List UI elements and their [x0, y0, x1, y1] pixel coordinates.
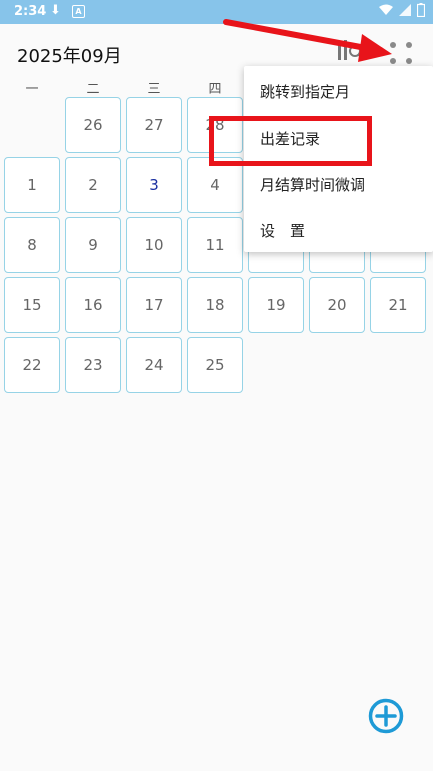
- weekday-tue: 二: [86, 82, 100, 97]
- day-cell[interactable]: 9: [65, 217, 121, 273]
- status-bar: 2:34 ⬇ A: [0, 0, 433, 24]
- day-cell[interactable]: 23: [65, 337, 121, 393]
- battery-icon: [417, 3, 425, 17]
- weekday-mon: 一: [25, 82, 39, 97]
- month-title[interactable]: 2025年09月: [17, 42, 122, 68]
- day-cell[interactable]: 17: [126, 277, 182, 333]
- day-cell-today[interactable]: 3: [126, 157, 182, 213]
- stats-icon[interactable]: [336, 38, 366, 64]
- day-cell[interactable]: 22: [4, 337, 60, 393]
- day-cell[interactable]: 2: [65, 157, 121, 213]
- status-icons: [379, 3, 425, 17]
- day-cell[interactable]: 1: [4, 157, 60, 213]
- menu-item-jump-to-month[interactable]: 跳转到指定月: [260, 81, 350, 102]
- annotation-highlight-box: [209, 116, 372, 166]
- day-cell[interactable]: 25: [187, 337, 243, 393]
- day-cell[interactable]: 27: [126, 97, 182, 153]
- day-cell[interactable]: 26: [65, 97, 121, 153]
- signal-icon: [399, 4, 411, 16]
- day-cell[interactable]: 8: [4, 217, 60, 273]
- day-cell[interactable]: 24: [126, 337, 182, 393]
- day-cell[interactable]: 19: [248, 277, 304, 333]
- day-cell[interactable]: 11: [187, 217, 243, 273]
- day-cell[interactable]: 21: [370, 277, 426, 333]
- download-icon: ⬇: [50, 3, 61, 18]
- day-cell[interactable]: 20: [309, 277, 365, 333]
- weekday-thu: 四: [208, 82, 222, 97]
- wifi-icon: [379, 4, 393, 15]
- day-cell[interactable]: 10: [126, 217, 182, 273]
- app-notification-icon: A: [72, 5, 85, 18]
- add-icon[interactable]: [368, 698, 404, 734]
- day-cell[interactable]: 18: [187, 277, 243, 333]
- status-time: 2:34: [14, 4, 47, 19]
- menu-item-settings[interactable]: 设 置: [260, 220, 305, 241]
- day-cell[interactable]: 15: [4, 277, 60, 333]
- menu-item-settlement-adjust[interactable]: 月结算时间微调: [260, 174, 365, 195]
- day-cell[interactable]: 16: [65, 277, 121, 333]
- weekday-wed: 三: [147, 82, 161, 97]
- more-menu-icon[interactable]: [390, 42, 412, 64]
